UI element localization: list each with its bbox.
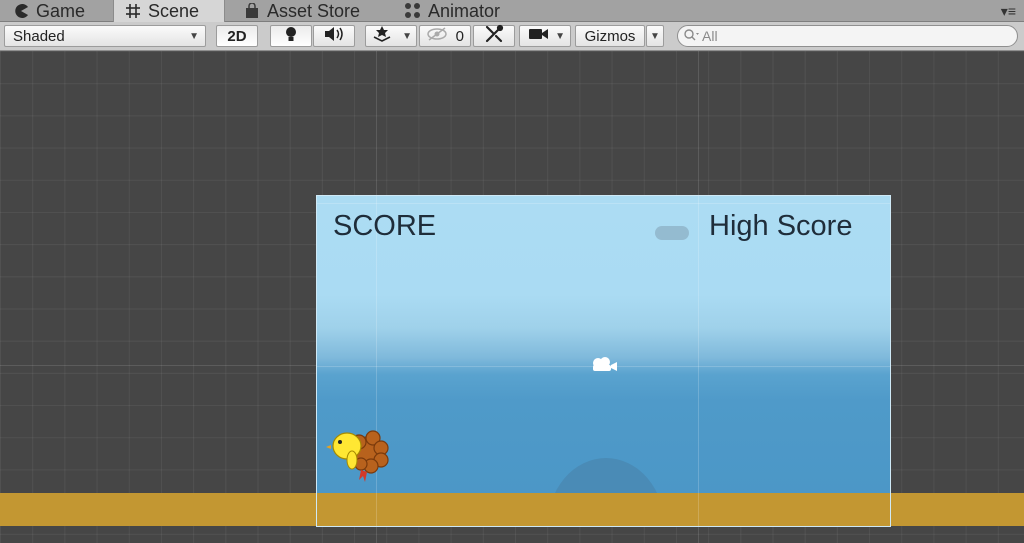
game-ground	[317, 493, 890, 526]
animator-nodes-icon	[404, 2, 422, 20]
scene-search-field[interactable]: All	[677, 25, 1018, 47]
tab-animator-label: Animator	[428, 0, 501, 21]
speaker-icon	[324, 27, 344, 45]
grid-line	[698, 196, 699, 526]
tab-asset-store-label: Asset Store	[267, 0, 361, 21]
tab-scene-label: Scene	[148, 0, 200, 21]
search-placeholder: All	[702, 28, 718, 44]
tab-game[interactable]: Game	[2, 0, 112, 22]
toggle-2d-button[interactable]: 2D	[216, 25, 258, 47]
eye-hidden-icon	[426, 27, 448, 45]
scene-audio-button[interactable]	[313, 25, 355, 47]
tools-wrench-icon	[484, 24, 504, 48]
player-bird-sprite[interactable]	[325, 424, 391, 491]
chevron-down-icon: ▼	[650, 30, 660, 42]
tab-animator[interactable]: Animator	[394, 0, 534, 22]
tab-scene[interactable]: Scene	[113, 0, 225, 22]
cloud-icon	[655, 226, 689, 240]
draw-mode-dropdown[interactable]: Shaded ▼	[4, 25, 206, 47]
score-label[interactable]: SCORE	[333, 210, 436, 243]
chevron-down-icon: ▼	[402, 30, 412, 42]
video-camera-icon	[528, 27, 550, 45]
editor-tab-bar: Game Scene Asset Store Animator ▾≡	[0, 0, 1024, 22]
scene-tools-button[interactable]	[473, 24, 515, 48]
hidden-objects-toggle[interactable]: 0	[419, 25, 471, 47]
shopping-bag-icon	[243, 2, 261, 20]
scene-effects-dropdown[interactable]: ▼	[365, 25, 417, 47]
chevron-down-icon: ▼	[189, 30, 199, 42]
layers-effects-icon	[372, 25, 392, 47]
pacman-icon	[12, 2, 30, 20]
toggle-2d-label: 2D	[227, 27, 247, 45]
tab-context-menu-icon[interactable]: ▾≡	[1001, 3, 1016, 20]
tab-asset-store[interactable]: Asset Store	[233, 0, 393, 22]
gizmos-label: Gizmos	[584, 27, 636, 45]
search-icon	[684, 28, 702, 44]
draw-mode-value: Shaded	[13, 27, 65, 45]
scene-viewport[interactable]: SCORE High Score	[0, 51, 1024, 543]
camera-gizmo-icon[interactable]	[589, 356, 619, 379]
tab-game-label: Game	[36, 0, 86, 21]
game-camera-frame[interactable]: SCORE High Score	[316, 195, 891, 527]
lightbulb-icon	[284, 26, 298, 46]
scene-lighting-button[interactable]	[270, 25, 312, 47]
gizmos-button[interactable]: Gizmos	[575, 25, 645, 47]
scene-camera-dropdown[interactable]: ▼	[519, 25, 571, 47]
gizmos-dropdown[interactable]: ▼	[646, 25, 664, 47]
high-score-label[interactable]: High Score	[709, 210, 852, 243]
scene-toolbar: Shaded ▼ 2D ▼ 0 ▼ Gizmos ▼ All	[0, 22, 1024, 51]
grid-hash-icon	[124, 2, 142, 20]
hidden-objects-count: 0	[455, 27, 464, 45]
grid-line	[317, 203, 890, 204]
chevron-down-icon: ▼	[555, 30, 565, 42]
